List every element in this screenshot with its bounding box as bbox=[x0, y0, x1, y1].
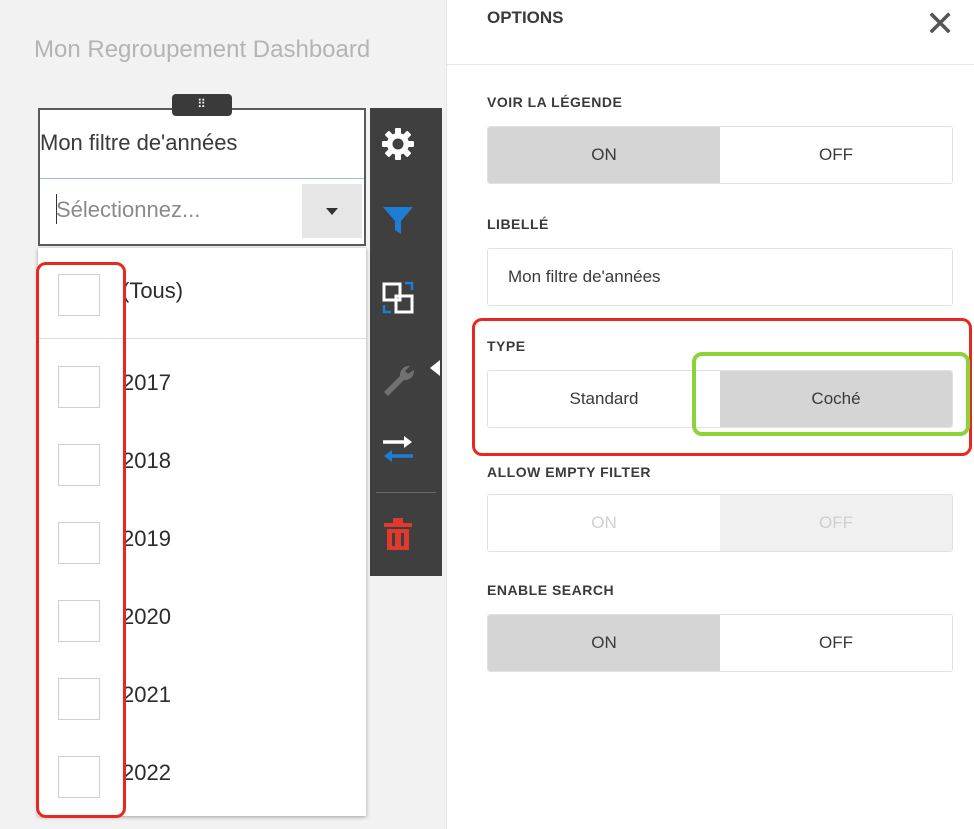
active-tool-indicator bbox=[430, 360, 440, 376]
panel-header-divider bbox=[447, 64, 974, 65]
list-item-label: (Tous) bbox=[122, 278, 184, 303]
swap-button[interactable] bbox=[370, 422, 426, 478]
list-item-label: 2017 bbox=[122, 370, 171, 395]
dropdown-toggle-button[interactable] bbox=[302, 184, 362, 238]
widget-caption: Mon filtre de'années bbox=[40, 130, 238, 155]
enable-search-on-button[interactable]: ON bbox=[488, 615, 720, 671]
close-icon[interactable]: ✕ bbox=[925, 6, 955, 42]
year-select-input[interactable]: Sélectionnez... bbox=[56, 190, 302, 230]
list-item-label: 2022 bbox=[122, 760, 171, 785]
enable-search-off-button[interactable]: OFF bbox=[720, 615, 952, 671]
checked-highlight-annotation bbox=[692, 352, 970, 436]
wrench-icon bbox=[384, 365, 415, 396]
drag-handle-icon[interactable]: ⠿ bbox=[172, 94, 232, 116]
allow-empty-off-button: OFF bbox=[720, 495, 952, 551]
list-item-label: 2020 bbox=[122, 604, 171, 629]
show-legend-off-button[interactable]: OFF bbox=[720, 127, 952, 183]
caption-label: LIBELLÉ bbox=[487, 216, 549, 232]
checkbox-highlight-annotation bbox=[36, 262, 126, 818]
toolbar-divider bbox=[376, 492, 436, 493]
convert-icon bbox=[382, 281, 414, 314]
allow-empty-on-button: ON bbox=[488, 495, 720, 551]
settings-button[interactable] bbox=[370, 116, 426, 172]
options-button[interactable] bbox=[370, 352, 426, 408]
caption-divider bbox=[40, 178, 364, 179]
dashboard-title: Mon Regroupement Dashboard bbox=[34, 36, 371, 63]
allow-empty-filter-label: ALLOW EMPTY FILTER bbox=[487, 464, 652, 480]
show-legend-toggle: ON OFF bbox=[487, 126, 953, 184]
gear-icon bbox=[382, 128, 414, 160]
show-legend-on-button[interactable]: ON bbox=[488, 127, 720, 183]
trash-icon bbox=[384, 518, 412, 550]
filter-button[interactable] bbox=[370, 192, 426, 248]
show-legend-label: VOIR LA LÉGENDE bbox=[487, 94, 623, 110]
caption-input[interactable]: Mon filtre de'années bbox=[487, 248, 953, 306]
enable-search-label: ENABLE SEARCH bbox=[487, 582, 615, 598]
enable-search-toggle: ON OFF bbox=[487, 614, 953, 672]
list-item-label: 2021 bbox=[122, 682, 171, 707]
delete-button[interactable] bbox=[370, 506, 426, 562]
allow-empty-filter-toggle: ON OFF bbox=[487, 494, 953, 552]
swap-icon bbox=[383, 436, 413, 462]
panel-title: OPTIONS bbox=[487, 8, 564, 27]
convert-button[interactable] bbox=[370, 270, 426, 326]
widget-toolbar bbox=[370, 108, 442, 576]
filter-widget[interactable]: Mon filtre de'années Sélectionnez... bbox=[38, 108, 366, 246]
list-item-label: 2019 bbox=[122, 526, 171, 551]
list-item-label: 2018 bbox=[122, 448, 171, 473]
filter-icon bbox=[383, 207, 413, 234]
chevron-down-icon bbox=[326, 207, 338, 215]
